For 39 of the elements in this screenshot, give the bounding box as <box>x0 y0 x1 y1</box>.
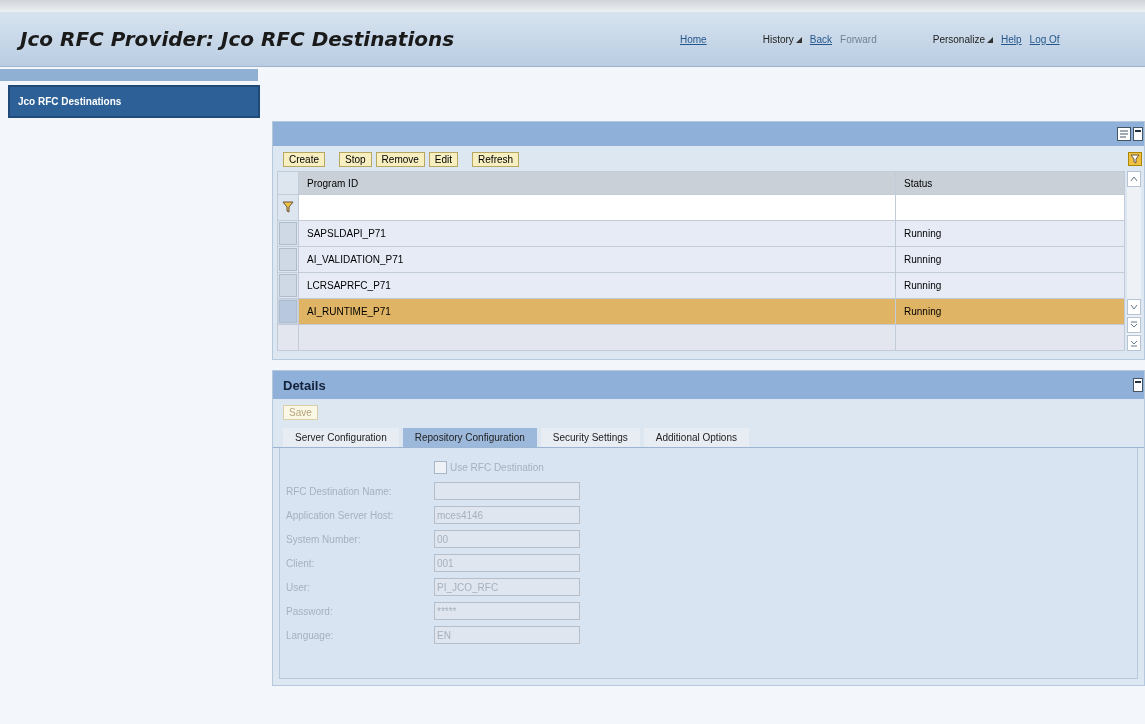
table-cell: LCRSAPRFC_P71 <box>298 272 896 299</box>
toolbar-button[interactable]: Stop <box>339 151 372 167</box>
header-link[interactable]: Back <box>809 33 833 45</box>
table-cell: AI_VALIDATION_P71 <box>298 246 896 273</box>
menu-link[interactable]: Personalize <box>932 33 993 45</box>
header-link[interactable]: Log Of <box>1029 33 1060 45</box>
chevron-down-icon[interactable] <box>1130 303 1138 311</box>
table-cell: Running <box>895 272 1125 299</box>
sidebar-item[interactable]: Jco RFC Destinations <box>8 85 260 118</box>
filter-icon[interactable] <box>282 200 294 213</box>
minimize-icon[interactable] <box>1133 127 1143 141</box>
filter-icon[interactable] <box>1128 152 1142 166</box>
scrollbar[interactable] <box>1127 171 1141 351</box>
column-header[interactable]: Status <box>895 171 1125 195</box>
header-link[interactable]: Help <box>1001 33 1022 45</box>
tab[interactable]: Additional Options <box>643 428 749 447</box>
table-cell: AI_RUNTIME_P71 <box>298 298 896 325</box>
table-cell: Running <box>895 298 1125 325</box>
toolbar-button[interactable]: Create <box>283 151 325 167</box>
caret-icon[interactable] <box>795 36 802 43</box>
table-cell: SAPSLDAPI_P71 <box>298 220 896 247</box>
column-header[interactable]: Program ID <box>298 171 896 195</box>
minimize-icon[interactable] <box>1133 378 1143 392</box>
caret-icon[interactable] <box>987 36 993 43</box>
tab[interactable]: Security Settings <box>540 428 640 447</box>
chevron-up-icon[interactable] <box>1130 175 1138 183</box>
toolbar-button[interactable]: Remove <box>375 151 425 167</box>
table-cell: Running <box>895 246 1125 273</box>
toolbar-button[interactable]: Refresh <box>472 151 520 167</box>
toolbar-button[interactable]: Edit <box>428 151 459 167</box>
last-page-icon[interactable] <box>1130 339 1138 347</box>
settings-icon[interactable] <box>1117 127 1131 141</box>
panel-title: Details <box>283 377 326 393</box>
menu-link[interactable]: History <box>762 33 802 45</box>
tab[interactable]: Repository Configuration <box>402 428 537 447</box>
page-down-icon[interactable] <box>1130 321 1138 329</box>
table-cell: Running <box>895 220 1125 247</box>
header-link[interactable]: Home <box>680 33 707 45</box>
tab[interactable]: Server Configuration <box>283 428 399 447</box>
